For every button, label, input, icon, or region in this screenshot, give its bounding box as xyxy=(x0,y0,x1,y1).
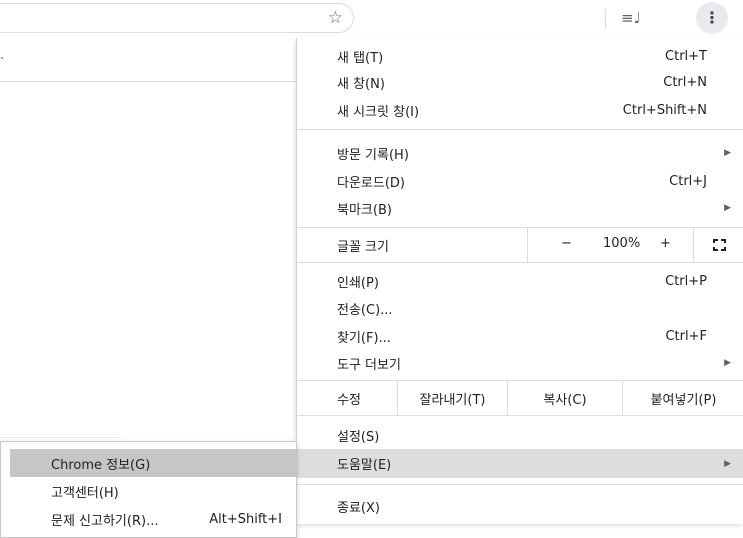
bookmark-star-icon[interactable]: ☆ xyxy=(328,8,343,28)
menu-item-new-window[interactable]: 새 창(N) Ctrl+N xyxy=(297,70,743,94)
menu-item-label: 전송(C)... xyxy=(337,302,393,318)
menu-item-help[interactable]: 도움말(E) ▶ xyxy=(297,449,743,478)
submenu-item-about-chrome[interactable]: Chrome 정보(G) xyxy=(10,449,298,477)
submenu-arrow-icon: ▶ xyxy=(724,358,731,368)
menu-item-new-incognito[interactable]: 새 시크릿 창(I) Ctrl+Shift+N xyxy=(297,98,743,122)
toolbar-divider xyxy=(605,9,606,29)
media-control-icon[interactable]: ≡♩ xyxy=(621,8,641,28)
copy-button[interactable]: 복사(C) xyxy=(507,381,622,415)
menu-item-exit[interactable]: 종료(X) xyxy=(297,494,743,518)
menu-item-label: 새 창(N) xyxy=(337,76,385,92)
menu-item-print[interactable]: 인쇄(P) Ctrl+P xyxy=(297,269,743,293)
menu-item-shortcut: Ctrl+P xyxy=(665,273,707,289)
menu-item-shortcut: Ctrl+J xyxy=(669,173,707,189)
submenu-item-label: 문제 신고하기(R)... xyxy=(51,513,159,529)
menu-item-more-tools[interactable]: 도구 더보기 ▶ xyxy=(297,351,743,375)
menu-item-bookmarks[interactable]: 북마크(B) ▶ xyxy=(297,196,743,220)
menu-separator xyxy=(297,484,743,485)
edit-label: 수정 xyxy=(337,393,361,408)
paste-button[interactable]: 붙여넣기(P) xyxy=(622,381,743,415)
help-submenu: Chrome 정보(G) 고객센터(H) 문제 신고하기(R)... Alt+S… xyxy=(0,441,298,538)
chrome-menu-button[interactable]: ⋮ xyxy=(696,2,728,34)
menu-separator xyxy=(297,262,743,263)
zoom-controls: − 100% + xyxy=(527,228,743,262)
menu-item-label: 인쇄(P) xyxy=(337,275,379,291)
submenu-item-label: 고객센터(H) xyxy=(51,485,119,501)
more-vert-icon: ⋮ xyxy=(704,8,720,27)
menu-item-label: 도움말(E) xyxy=(337,458,392,473)
page-dropdown-panel: . xyxy=(0,38,296,82)
submenu-arrow-icon: ▶ xyxy=(724,203,731,213)
menu-item-label: 설정(S) xyxy=(337,429,380,445)
zoom-row: 글꼴 크기 − 100% + xyxy=(297,228,743,262)
menu-item-label: 방문 기록(H) xyxy=(337,147,409,163)
zoom-label: 글꼴 크기 xyxy=(337,240,389,255)
menu-item-cast[interactable]: 전송(C)... xyxy=(297,296,743,320)
menu-item-settings[interactable]: 설정(S) xyxy=(297,423,743,447)
menu-item-label: 종료(X) xyxy=(337,500,380,516)
menu-item-downloads[interactable]: 다운로드(D) Ctrl+J xyxy=(297,169,743,193)
fullscreen-button[interactable] xyxy=(693,228,743,262)
zoom-level: 100% xyxy=(603,236,641,251)
submenu-item-help-center[interactable]: 고객센터(H) xyxy=(10,477,298,505)
browser-toolbar: ☆ ≡♩ ⋮ xyxy=(0,0,743,38)
menu-item-shortcut: Ctrl+F xyxy=(665,328,707,344)
edit-row: 수정 잘라내기(T) 복사(C) 붙여넣기(P) xyxy=(297,381,743,415)
fullscreen-icon xyxy=(713,239,726,251)
menu-item-new-tab[interactable]: 새 탭(T) Ctrl+T xyxy=(297,44,743,68)
menu-item-label: 다운로드(D) xyxy=(337,175,405,191)
menu-item-label: 찾기(F)... xyxy=(337,330,391,346)
menu-item-label: 도구 더보기 xyxy=(337,357,401,373)
panel-text: . xyxy=(0,48,5,63)
submenu-arrow-icon: ▶ xyxy=(724,458,731,469)
submenu-item-label: Chrome 정보(G) xyxy=(51,457,151,473)
menu-item-label: 새 시크릿 창(I) xyxy=(337,104,420,120)
address-bar[interactable]: ☆ xyxy=(0,3,354,33)
menu-item-label: 북마크(B) xyxy=(337,202,392,218)
submenu-item-report-issue[interactable]: 문제 신고하기(R)... Alt+Shift+I xyxy=(10,505,298,533)
submenu-arrow-icon: ▶ xyxy=(724,148,731,158)
menu-item-find[interactable]: 찾기(F)... Ctrl+F xyxy=(297,324,743,348)
zoom-in-button[interactable]: + xyxy=(660,236,671,251)
menu-separator xyxy=(297,415,743,416)
menu-item-history[interactable]: 방문 기록(H) ▶ xyxy=(297,141,743,165)
chrome-main-menu: 새 탭(T) Ctrl+T 새 창(N) Ctrl+N 새 시크릿 창(I) C… xyxy=(296,38,743,524)
menu-item-label: 새 탭(T) xyxy=(337,50,384,66)
menu-item-shortcut: Ctrl+Shift+N xyxy=(622,102,707,118)
menu-separator xyxy=(297,129,743,130)
menu-item-shortcut: Ctrl+N xyxy=(663,74,707,90)
menu-item-shortcut: Ctrl+T xyxy=(665,48,707,64)
submenu-item-shortcut: Alt+Shift+I xyxy=(209,511,282,527)
zoom-out-button[interactable]: − xyxy=(561,236,572,251)
cut-button[interactable]: 잘라내기(T) xyxy=(397,381,507,415)
